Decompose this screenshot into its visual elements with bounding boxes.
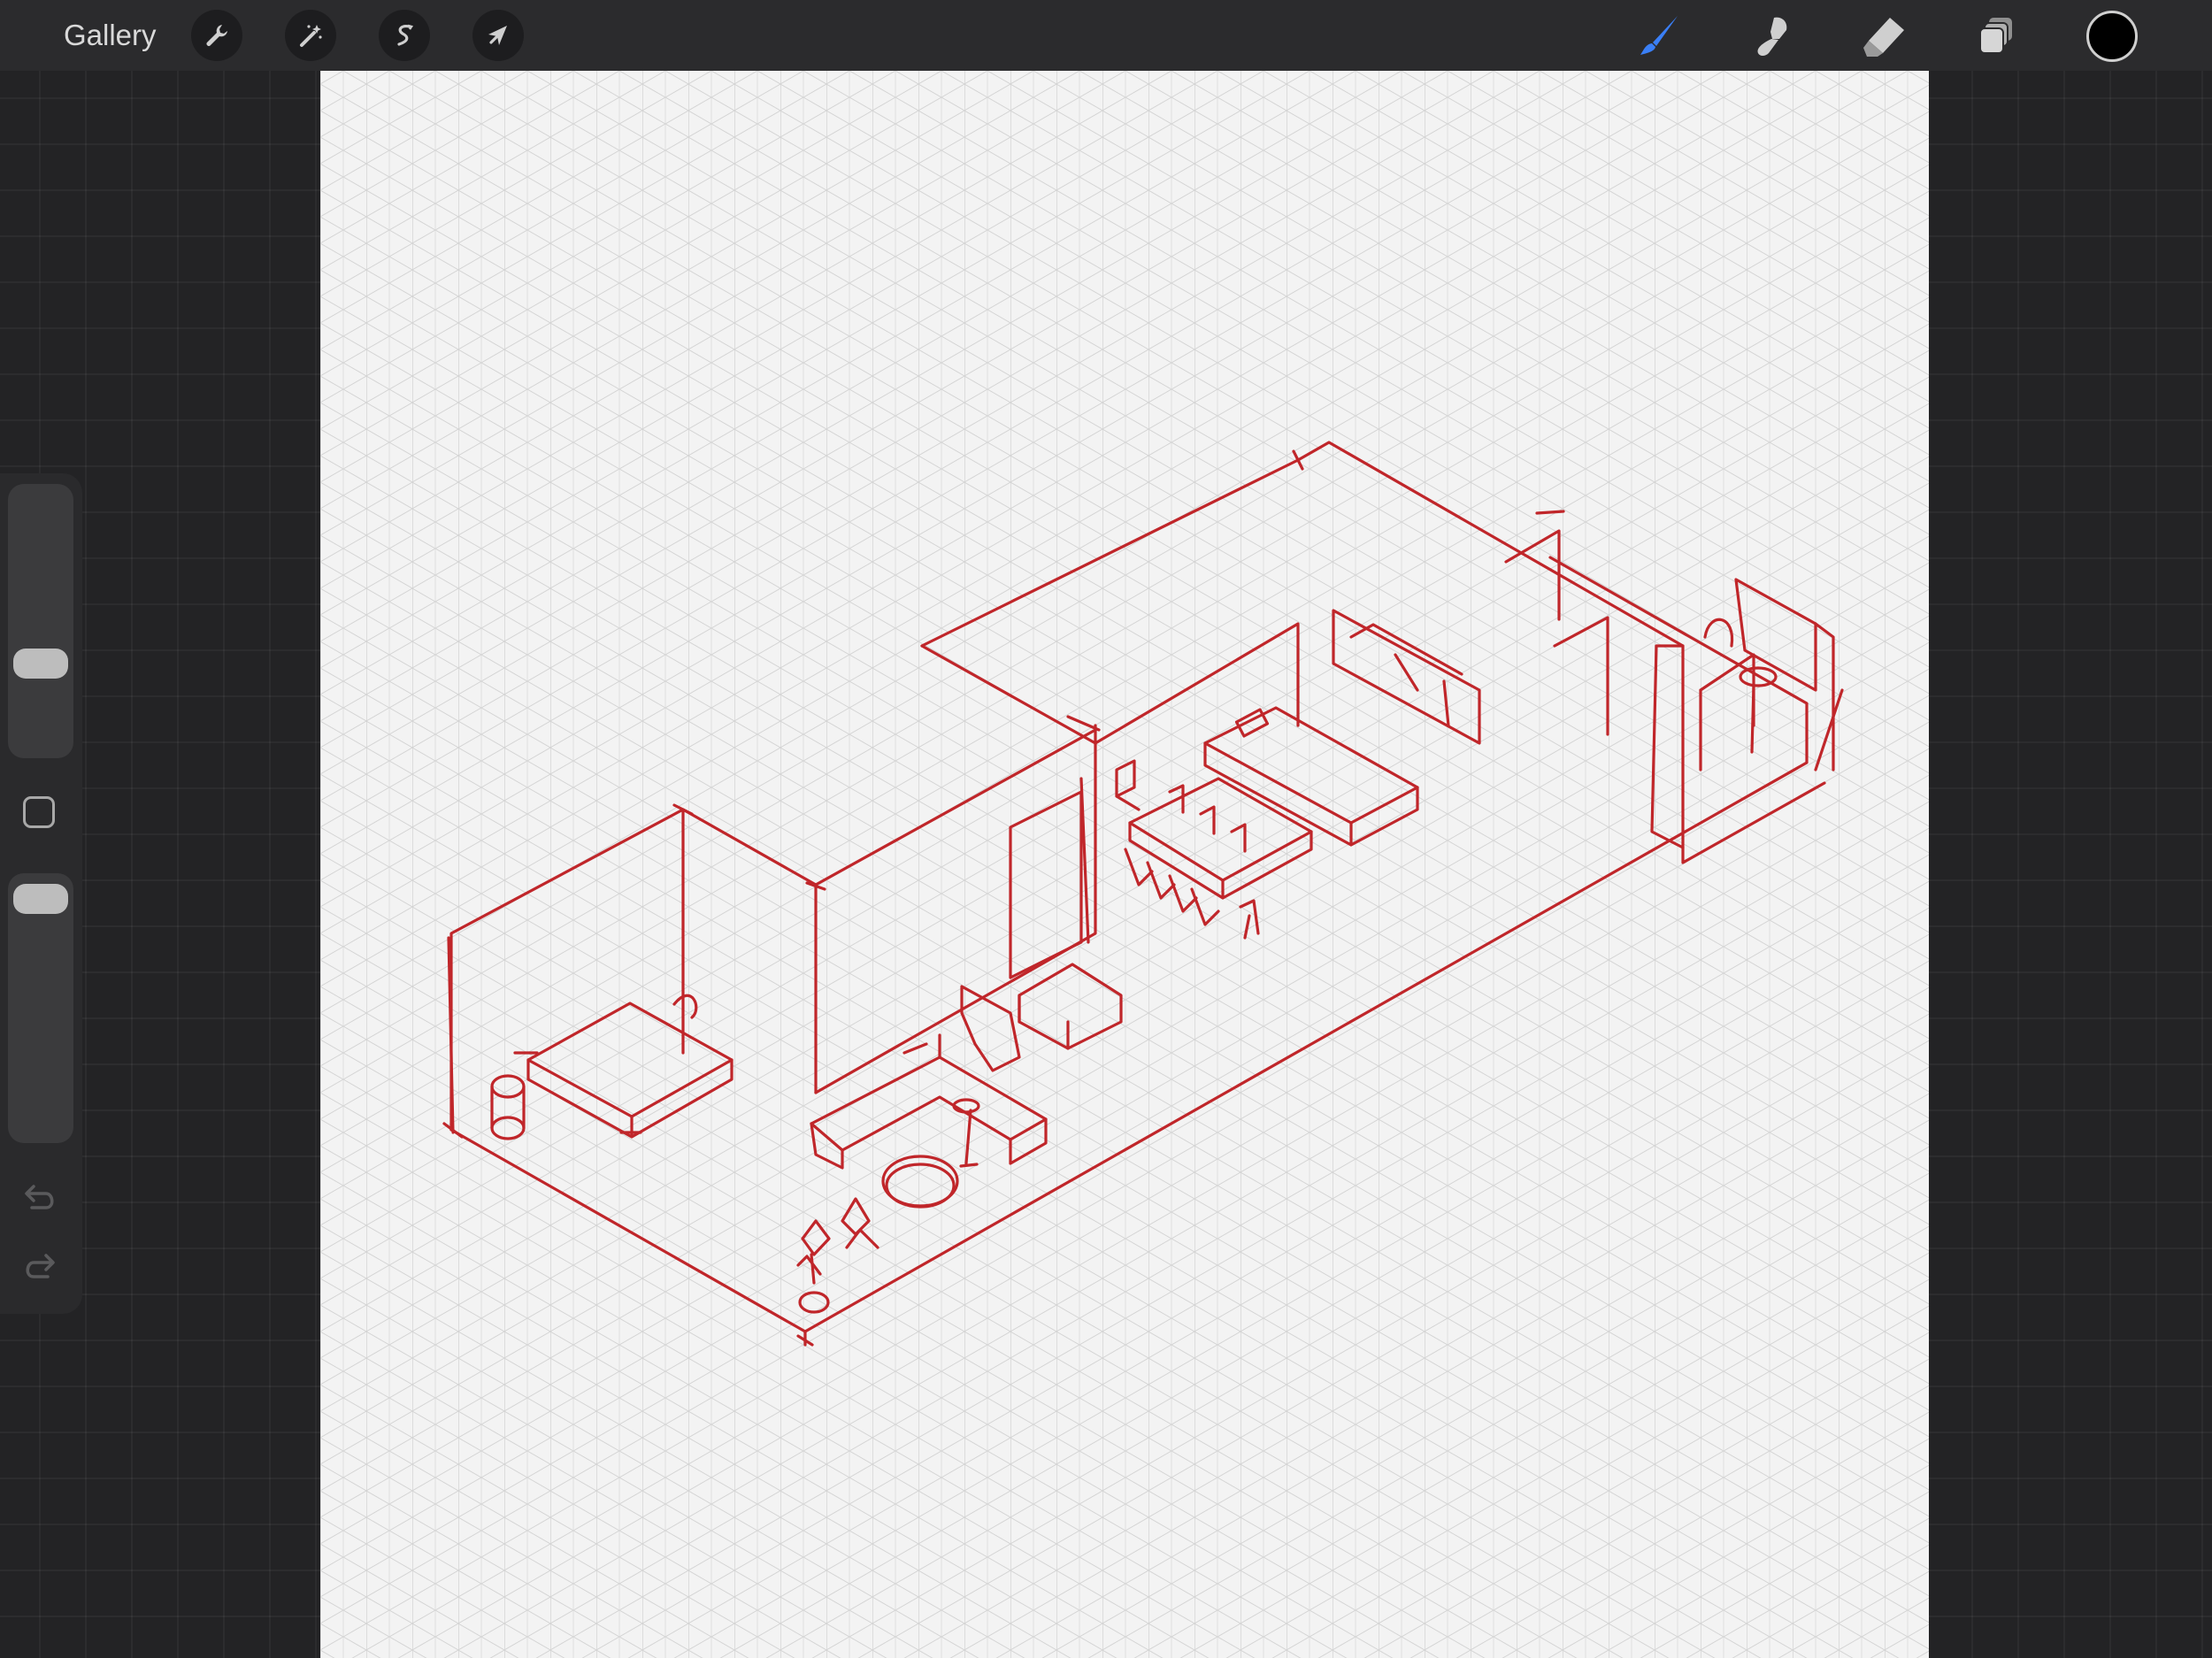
arrow-cursor-icon [488,26,507,45]
transform-button[interactable] [472,10,524,61]
top-toolbar: Gallery [0,0,2212,71]
left-sidebar [0,473,82,1314]
wrench-icon [206,25,227,46]
layers-button[interactable] [1971,11,2023,62]
sketch-artwork [442,441,1844,1347]
brush-size-thumb[interactable] [13,649,68,679]
brush-size-slider[interactable] [8,484,73,758]
undo-icon[interactable] [19,1181,60,1217]
brush-tool-button[interactable] [1633,11,1685,62]
eraser-icon [1863,18,1904,57]
opacity-thumb[interactable] [13,884,68,914]
modify-button[interactable] [23,796,55,828]
brush-icon [1640,16,1678,55]
color-picker-button[interactable] [2086,11,2138,62]
magic-wand-icon [300,25,322,47]
opacity-slider[interactable] [8,873,73,1143]
gallery-button[interactable]: Gallery [64,14,157,57]
smudge-icon [1757,17,1787,56]
drawing-canvas[interactable] [320,71,1929,1658]
smudge-tool-button[interactable] [1746,11,1797,62]
adjustments-button[interactable] [285,10,336,61]
layers-icon [1979,18,2012,54]
redo-icon[interactable] [19,1250,60,1286]
actions-button[interactable] [191,10,242,61]
eraser-tool-button[interactable] [1858,11,1909,62]
selection-button[interactable] [379,10,430,61]
selection-s-icon [397,24,414,46]
